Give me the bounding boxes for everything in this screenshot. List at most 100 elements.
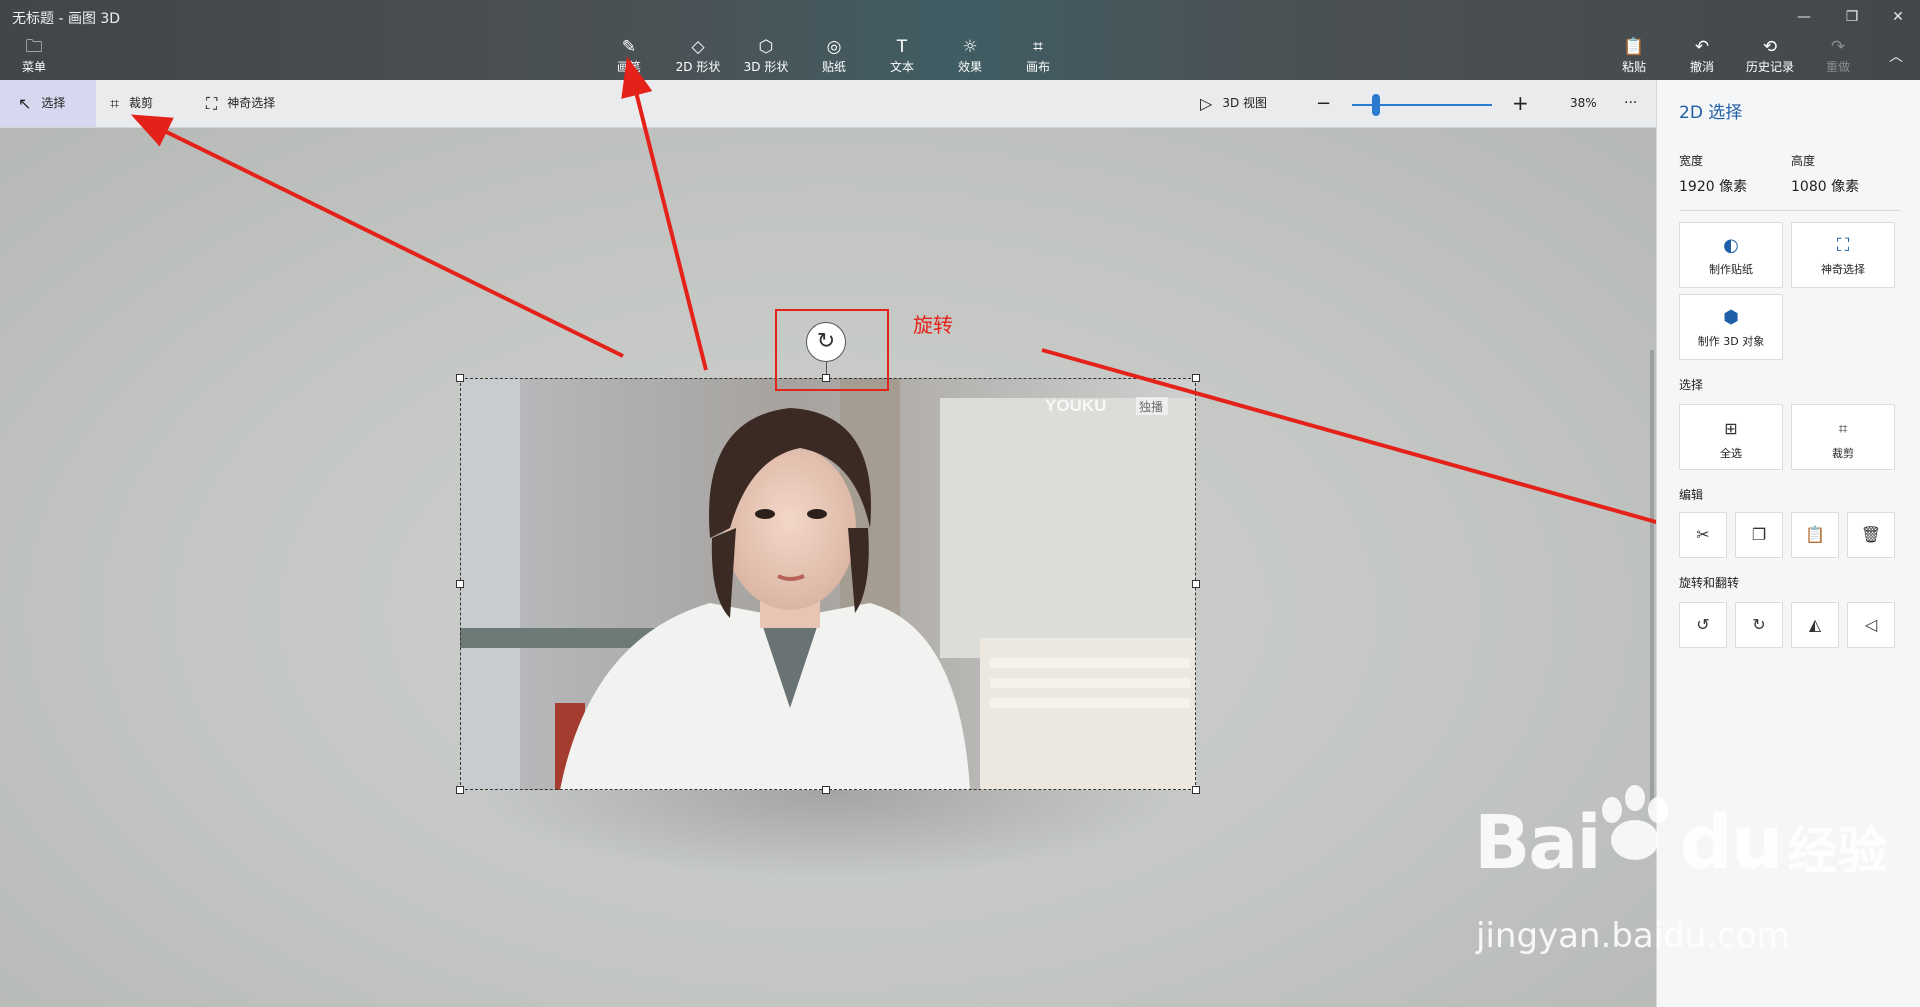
crop-tool-button[interactable]: ⌗ 裁剪 (110, 80, 190, 127)
copy-button[interactable]: ❐ (1735, 512, 1783, 558)
text-tool-button[interactable]: T 文本 (868, 36, 936, 75)
restore-button[interactable]: ❐ (1832, 4, 1872, 30)
flip-horizontal-icon: ◭ (1808, 615, 1822, 634)
flip-vertical-icon: ◁ (1864, 615, 1878, 634)
2d-shapes-tool-button[interactable]: ◇ 2D 形状 (664, 36, 732, 75)
3d-shapes-tool-button[interactable]: ⬡ 3D 形状 (732, 36, 800, 75)
crop-icon: ⌗ (1838, 419, 1848, 438)
magic-select-panel-button[interactable]: ⛶ 神奇选择 (1791, 222, 1895, 288)
rotate-left-icon: ↺ (1696, 615, 1710, 634)
crop-icon: ⌗ (110, 94, 120, 113)
resize-handle-sw[interactable] (456, 786, 464, 794)
3d-view-toggle[interactable]: ▷ 3D 视图 (1200, 80, 1290, 127)
select-tool-button[interactable]: ↖ 选择 (0, 80, 96, 127)
width-value[interactable]: 1920 像素 (1679, 176, 1747, 196)
paste-button[interactable]: 📋 粘贴 (1600, 36, 1668, 75)
sticker-icon: ◐ (1723, 235, 1739, 256)
tool-label: 效果 (957, 60, 982, 74)
crop-panel-button[interactable]: ⌗ 裁剪 (1791, 404, 1895, 470)
zoom-percent: 38% (1570, 96, 1597, 110)
resize-handle-s[interactable] (822, 786, 830, 794)
2d-shapes-icon: ◇ (691, 37, 705, 57)
menu-button[interactable]: 🗀 菜单 (0, 36, 68, 75)
select-all-label: 全选 (1720, 447, 1742, 460)
brush-icon: ✎ (621, 37, 637, 57)
minimize-button[interactable]: — (1784, 4, 1824, 30)
text-icon: T (896, 37, 908, 57)
redo-icon: ↷ (1830, 37, 1846, 57)
brush-tool-button[interactable]: ✎ 画笔 (595, 36, 663, 83)
flip-horizontal-button[interactable]: ◭ (1791, 602, 1839, 648)
rotate-right-button[interactable]: ↻ (1735, 602, 1783, 648)
chevron-up-icon[interactable]: ︿ (1876, 44, 1916, 70)
magic-select-icon: ⛶ (206, 94, 218, 113)
effects-icon: ☼ (962, 37, 978, 57)
resize-handle-nw[interactable] (456, 374, 464, 382)
magic-select-icon: ⛶ (1836, 235, 1850, 256)
height-label: 高度 (1791, 154, 1816, 168)
tool-label: 3D 形状 (743, 60, 789, 74)
tool-label: 撤消 (1689, 60, 1714, 74)
resize-handle-w[interactable] (456, 580, 464, 588)
select-all-button[interactable]: ⊞ 全选 (1679, 404, 1783, 470)
tool-label: 画布 (1025, 60, 1050, 74)
copy-icon: ❐ (1751, 525, 1767, 544)
3d-shapes-icon: ⬡ (758, 37, 774, 57)
crop-panel-label: 裁剪 (1832, 447, 1854, 460)
paste-icon: 📋 (1623, 37, 1645, 57)
watermark-brand-2: du (1679, 800, 1784, 886)
baidu-watermark: Bai du 经验 jingyan.baidu.com (1474, 800, 1887, 956)
zoom-slider-thumb[interactable] (1371, 94, 1380, 116)
delete-button[interactable]: 🗑 (1847, 512, 1895, 558)
stickers-icon: ◎ (826, 37, 842, 57)
redo-button[interactable]: ↷ 重做 (1804, 36, 1872, 75)
resize-handle-ne[interactable] (1192, 374, 1200, 382)
make-3d-object-button[interactable]: ⬢ 制作 3D 对象 (1679, 294, 1783, 360)
flip-vertical-button[interactable]: ◁ (1847, 602, 1895, 648)
magic-select-button[interactable]: ⛶ 神奇选择 (206, 80, 316, 127)
tool-label: 重做 (1825, 60, 1850, 74)
panel-title: 2D 选择 (1679, 103, 1743, 123)
cursor-icon: ↖ (18, 94, 32, 113)
select-label: 选择 (41, 96, 66, 110)
tool-label: 文本 (889, 60, 914, 74)
paste-panel-button[interactable]: 📋 (1791, 512, 1839, 558)
cut-button[interactable]: ✂ (1679, 512, 1727, 558)
more-options-button[interactable]: ··· (1624, 80, 1644, 127)
title-and-toolbar: 无标题 - 画图 3D — ❐ ✕ 🗀 菜单 ✎ 画笔 ◇ 2D 形状 ⬡ 3D… (0, 0, 1920, 83)
zoom-out-button[interactable]: − (1316, 80, 1336, 127)
crop-label: 裁剪 (129, 96, 154, 110)
edit-section-label: 编辑 (1679, 488, 1704, 502)
zoom-in-button[interactable]: + (1512, 80, 1532, 127)
tool-label: 贴纸 (821, 60, 846, 74)
tool-label: 粘贴 (1621, 60, 1646, 74)
stickers-tool-button[interactable]: ◎ 贴纸 (800, 36, 868, 75)
vertical-scrollbar[interactable] (1650, 350, 1654, 810)
make-sticker-button[interactable]: ◐ 制作贴纸 (1679, 222, 1783, 288)
annotation-box (775, 309, 889, 391)
history-button[interactable]: ⟲ 历史记录 (1736, 36, 1804, 75)
canvas-icon: ⌗ (1033, 37, 1043, 57)
menu-label: 菜单 (21, 60, 46, 74)
tool-label: 历史记录 (1745, 60, 1794, 74)
resize-handle-se[interactable] (1192, 786, 1200, 794)
select-all-icon: ⊞ (1724, 419, 1738, 438)
canvas-tool-button[interactable]: ⌗ 画布 (1004, 36, 1072, 75)
rotate-left-button[interactable]: ↺ (1679, 602, 1727, 648)
make-3d-label: 制作 3D 对象 (1697, 335, 1765, 348)
cube-icon: ⬢ (1723, 307, 1739, 328)
paste-icon: 📋 (1805, 525, 1825, 544)
width-label: 宽度 (1679, 154, 1704, 168)
effects-tool-button[interactable]: ☼ 效果 (936, 36, 1004, 75)
select-section-label: 选择 (1679, 378, 1704, 392)
close-button[interactable]: ✕ (1878, 4, 1918, 30)
folder-icon: 🗀 (25, 37, 43, 57)
height-value[interactable]: 1080 像素 (1791, 176, 1859, 196)
image-shadow (470, 790, 1186, 880)
resize-handle-e[interactable] (1192, 580, 1200, 588)
undo-button[interactable]: ↶ 撤消 (1668, 36, 1736, 75)
tool-label: 画笔 (616, 60, 641, 74)
make-sticker-label: 制作贴纸 (1709, 263, 1753, 276)
watermark-brand: Bai (1474, 800, 1602, 886)
view-3d-icon: ▷ (1200, 94, 1213, 113)
